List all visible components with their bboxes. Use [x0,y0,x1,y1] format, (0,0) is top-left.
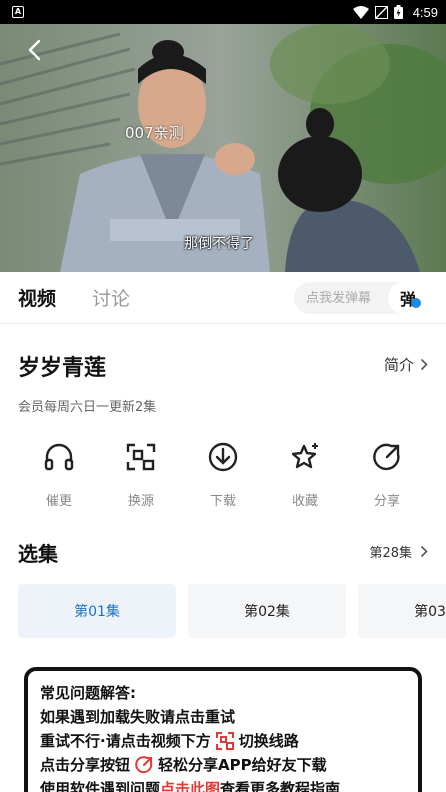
chevron-right-icon [420,358,428,371]
update-schedule: 会员每周六日一更新2集 [18,400,157,415]
faq-text: 重试不行·请点击视频下方 [40,732,211,750]
video-player[interactable]: 007亲测 那倒不得了 [0,24,446,272]
share-icon [373,443,400,471]
wifi-icon [352,5,369,19]
faq-line: 如果遇到加载失败请点击重试 [40,708,236,726]
video-watermark: 007亲测 [125,124,184,142]
faq-text: 查看更多教程指南 [220,780,341,792]
download-label: 下载 [209,494,236,509]
faq-line: 使用软件遇到问题 点击此图 查看更多教程指南 [40,777,406,792]
status-time: 4:59 [412,4,438,20]
episodes-count: 第28集 [369,546,412,561]
tab-discussion[interactable]: 讨论 [92,284,130,311]
danmu-status-dot-icon [411,298,421,308]
faq-text: 切换线路 [238,732,299,750]
download-button[interactable]: 下载 [193,440,253,509]
faq-link[interactable]: 点击此图 [160,777,220,792]
no-signal-icon [374,5,388,19]
switch-source-button[interactable]: 换源 [111,440,171,509]
switch-source-label: 换源 [127,494,154,509]
video-subtitle: 那倒不得了 [184,236,254,252]
share-label: 分享 [373,494,400,509]
show-title: 岁岁青莲 [18,356,107,381]
faq-text: 使用软件遇到问题 [40,780,161,792]
favorite-button[interactable]: 收藏 [275,440,335,509]
back-button[interactable] [20,36,48,64]
action-bar: 催更 换源 下载 收藏 分享 [0,440,446,510]
episode-item[interactable]: 第02集 [188,584,346,638]
battery-icon [393,5,403,19]
episodes-all-button[interactable]: 第28集 [369,542,428,561]
intro-label: 简介 [383,356,414,374]
faq-line: 点击分享按钮 轻松分享APP给好友下载 [40,753,406,777]
episode-item[interactable]: 第03集 [358,584,446,638]
intro-button[interactable]: 简介 [384,354,428,375]
danmu-bar: 弹 [294,282,428,314]
download-icon [208,442,238,472]
share-button[interactable]: 分享 [357,440,417,509]
headphones-icon [44,443,74,471]
danmu-toggle-button[interactable]: 弹 [388,282,428,314]
switch-source-icon [215,732,234,750]
share-icon [135,756,153,774]
faq-heading: 常见问题解答: [40,684,136,702]
tab-video[interactable]: 视频 [18,284,56,311]
urge-update-label: 催更 [45,494,72,509]
star-icon [291,443,318,469]
faq-text: 轻松分享APP给好友下载 [158,756,327,774]
favorite-label: 收藏 [291,494,318,509]
status-bar: A 4:59 [0,0,446,24]
notification-a-icon: A [12,6,24,18]
episode-list: 第01集 第02集 第03集 [18,584,446,638]
chevron-right-icon [420,545,428,558]
faq-text: 点击分享按钮 [40,756,131,774]
episode-item[interactable]: 第01集 [18,584,176,638]
switch-source-icon [126,443,156,471]
faq-line: 重试不行·请点击视频下方 切换线路 [40,729,406,753]
urge-update-button[interactable]: 催更 [29,440,89,509]
episodes-heading: 选集 [18,542,58,566]
faq-banner[interactable]: 常见问题解答: 如果遇到加载失败请点击重试 重试不行·请点击视频下方 切换线路 … [24,667,422,792]
video-detail-page: A 4:59 007亲测 那倒不得了 视频 讨论 点我发弹幕 弹 岁岁青莲 简介… [0,0,446,792]
danmu-input[interactable] [306,290,398,306]
chevron-left-icon [28,39,41,61]
content-tabs: 视频 讨论 弹 [0,272,446,324]
